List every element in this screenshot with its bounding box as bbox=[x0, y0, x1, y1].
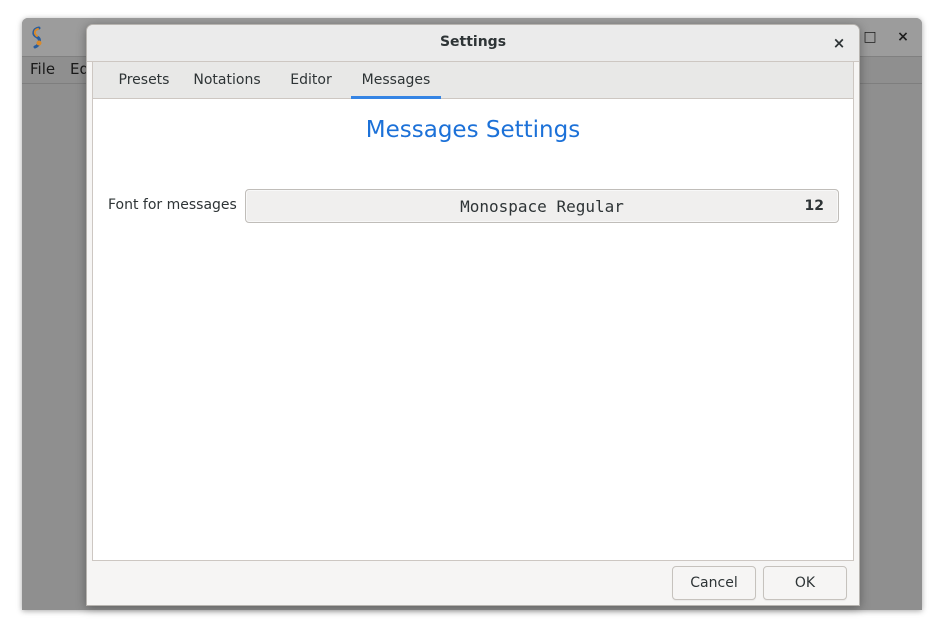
app-logo-icon bbox=[32, 26, 42, 49]
page-title: Messages Settings bbox=[365, 117, 581, 143]
tab-presets[interactable]: Presets bbox=[103, 62, 185, 98]
close-icon[interactable]: × bbox=[894, 28, 912, 46]
font-name-value: Monospace Regular bbox=[460, 197, 624, 216]
cancel-button[interactable]: Cancel bbox=[672, 566, 756, 600]
dialog-title: Settings bbox=[439, 34, 507, 50]
menu-file[interactable]: File bbox=[30, 60, 55, 78]
tab-bar: Presets Notations Editor Messages bbox=[92, 61, 854, 99]
messages-settings-panel: Messages Settings Font for messages Mono… bbox=[92, 99, 854, 561]
font-for-messages-label: Font for messages bbox=[108, 197, 237, 213]
tab-messages[interactable]: Messages bbox=[351, 62, 441, 99]
tab-notations[interactable]: Notations bbox=[185, 62, 269, 98]
font-size-value: 12 bbox=[804, 198, 824, 214]
tab-editor[interactable]: Editor bbox=[276, 62, 346, 98]
ok-button[interactable]: OK bbox=[763, 566, 847, 600]
maximize-icon[interactable]: □ bbox=[861, 28, 879, 46]
close-icon[interactable]: × bbox=[829, 33, 849, 53]
settings-dialog: Settings × Presets Notations Editor Mess… bbox=[86, 24, 860, 606]
dialog-titlebar: Settings × bbox=[87, 25, 859, 62]
font-chooser-button[interactable]: Monospace Regular 12 bbox=[245, 189, 839, 223]
